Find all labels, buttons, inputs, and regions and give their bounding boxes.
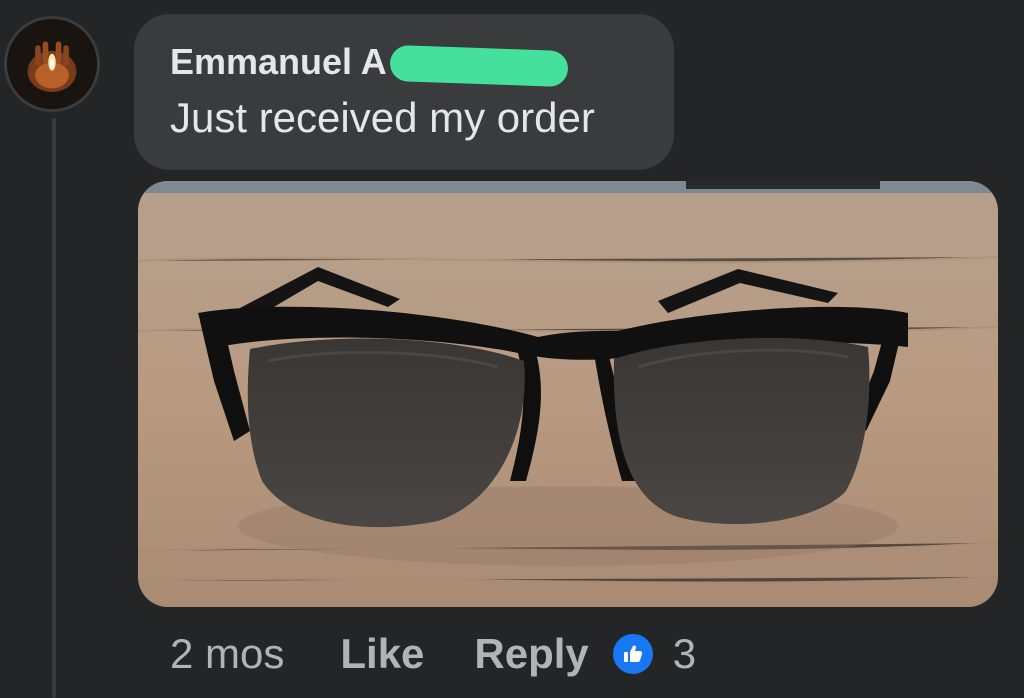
- comment-bubble: Emmanuel A a Just received my order: [134, 14, 674, 170]
- avatar-image: [7, 19, 97, 109]
- comment-text: Just received my order: [170, 94, 595, 141]
- author-name[interactable]: Emmanuel A a: [170, 41, 415, 82]
- comment-timestamp[interactable]: 2 mos: [170, 630, 284, 678]
- reaction-count[interactable]: 3: [673, 630, 696, 678]
- comment-actions: 2 mos Like Reply 3: [170, 626, 696, 682]
- thread-line: [52, 118, 56, 698]
- comment-author[interactable]: Emmanuel A a: [170, 40, 569, 88]
- thumbs-up-icon[interactable]: [610, 632, 655, 676]
- sunglasses-photo: [138, 181, 998, 607]
- redaction-mark: [389, 44, 569, 88]
- reply-button[interactable]: Reply: [474, 630, 588, 678]
- comment-photo[interactable]: [138, 181, 998, 607]
- like-button[interactable]: Like: [340, 630, 424, 678]
- avatar[interactable]: [4, 16, 100, 112]
